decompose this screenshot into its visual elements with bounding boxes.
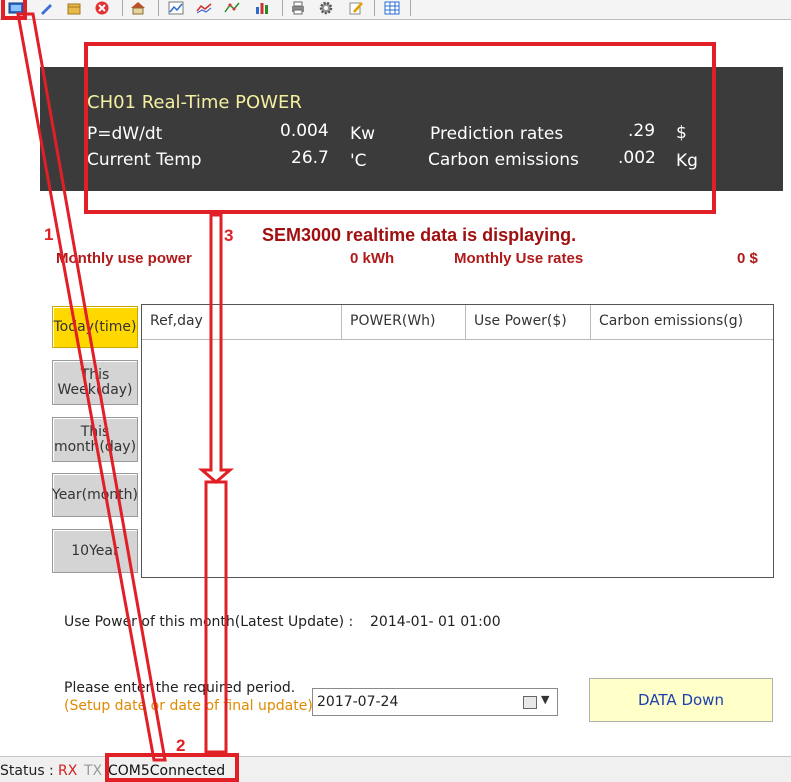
column-header-power[interactable]: POWER(Wh): [342, 305, 466, 340]
annotation-box-status: [105, 753, 239, 782]
edit-icon[interactable]: [348, 1, 364, 15]
line-chart-icon[interactable]: [196, 1, 212, 15]
column-header-refday[interactable]: Ref,day: [142, 305, 342, 340]
data-table[interactable]: Ref,day POWER(Wh) Use Power($) Carbon em…: [141, 304, 774, 578]
monthly-use-power-label: Monthly use power: [56, 250, 192, 267]
latest-update-value: 2014-01- 01 01:00: [370, 614, 501, 630]
print-icon[interactable]: [290, 1, 306, 15]
package-icon[interactable]: [66, 1, 82, 15]
date-picker[interactable]: 2017-07-24 ▼: [312, 688, 558, 716]
toolbar-separator: [374, 0, 375, 16]
annotation-number-3: 3: [224, 226, 234, 245]
scatter-chart-icon[interactable]: [224, 1, 240, 15]
gear-icon[interactable]: [318, 1, 334, 15]
data-down-button[interactable]: DATA Down: [589, 678, 773, 722]
toolbar-separator: [410, 0, 411, 16]
bar-chart-icon[interactable]: [254, 1, 270, 15]
table-header: Ref,day POWER(Wh) Use Power($) Carbon em…: [142, 305, 773, 340]
column-header-carbon[interactable]: Carbon emissions(g): [591, 305, 773, 340]
period-label: Please enter the required period.: [64, 680, 296, 696]
table-icon[interactable]: [384, 1, 400, 15]
toolbar-separator: [282, 0, 283, 16]
wrench-icon[interactable]: [38, 1, 54, 15]
monthly-use-rates-value: 0 $: [737, 250, 758, 267]
monthly-use-rates-label: Monthly Use rates: [454, 250, 584, 267]
chart-icon[interactable]: [168, 1, 184, 15]
home-icon[interactable]: [130, 1, 146, 15]
latest-update-label: Use Power of this month(Latest Update) :: [64, 614, 354, 630]
tx-indicator: TX: [84, 763, 103, 779]
annotation-message: SEM3000 realtime data is displaying.: [262, 225, 577, 245]
nav-10year-button[interactable]: 10Year: [52, 529, 138, 573]
nav-week-button[interactable]: This Week(day): [52, 360, 138, 405]
annotation-box-panel: [84, 42, 716, 214]
period-hint: (Setup date or date of final update): [64, 698, 313, 714]
annotation-number-2: 2: [176, 736, 186, 755]
monthly-use-power-value: 0 kWh: [350, 250, 395, 267]
calendar-icon[interactable]: [523, 696, 537, 709]
toolbar-separator: [122, 0, 123, 16]
date-value: 2017-07-24: [317, 694, 399, 710]
nav-year-button[interactable]: Year(month): [52, 473, 138, 517]
rx-indicator: RX: [58, 763, 78, 779]
toolbar: [0, 0, 791, 20]
chevron-down-icon[interactable]: ▼: [541, 693, 549, 706]
annotation-box-icon: [1, 0, 27, 20]
annotation-number-1: 1: [44, 225, 54, 244]
status-label: Status :: [0, 763, 54, 779]
nav-month-button[interactable]: This month(day): [52, 417, 138, 462]
toolbar-separator: [158, 0, 159, 16]
nav-today-button[interactable]: Today(time): [52, 306, 138, 348]
close-icon[interactable]: [94, 1, 110, 15]
column-header-use-power[interactable]: Use Power($): [466, 305, 591, 340]
